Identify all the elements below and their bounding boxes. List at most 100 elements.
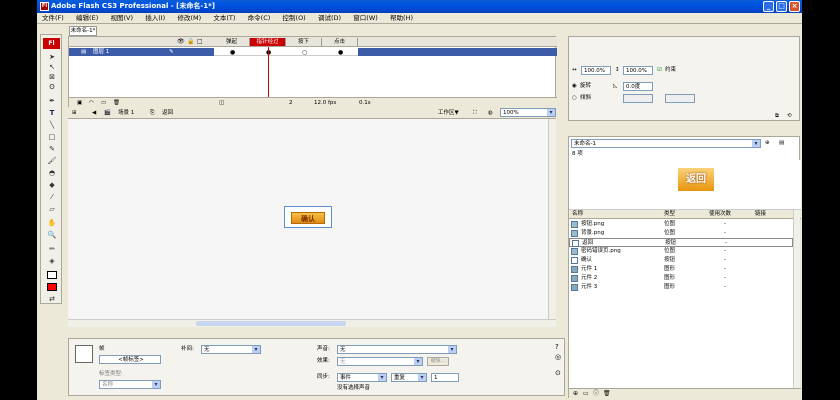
eyedropper-tool-icon[interactable]: ⁄ [47,193,57,201]
library-item[interactable]: 背景.png 位图 - [569,229,793,238]
scale-width-field[interactable]: 100.0% [581,66,611,75]
skew-radio[interactable]: ○ [572,94,577,102]
hscroll-thumb[interactable] [196,321,346,326]
menu-command[interactable]: 命令(C) [243,13,276,24]
expand-icon[interactable]: ⊙ [555,369,561,377]
effect-select[interactable]: 无 [337,357,423,366]
constrain-checkbox[interactable]: ☑ [657,66,662,74]
help-icon[interactable]: ? [555,343,559,351]
zoom-tool-icon[interactable]: 🔍 [47,231,57,239]
outline-icon[interactable]: □ [197,38,203,45]
text-tool-icon[interactable]: T [47,109,57,117]
menu-view[interactable]: 视图(V) [105,13,138,24]
paint-bucket-tool-icon[interactable]: ◆ [47,181,57,189]
menu-text[interactable]: 文本(T) [208,13,240,24]
frame-label-over[interactable]: 指针经过 [250,38,286,46]
library-item[interactable]: 元件 2 图形 - [569,274,793,283]
library-document-select[interactable]: 未命名-1 [571,139,761,148]
rotate-radio[interactable]: ◉ [572,82,577,90]
menu-modify[interactable]: 修改(M) [172,13,206,24]
library-item-selected[interactable]: 返回 按钮 - [569,238,793,247]
frame-label-up[interactable]: 弹起 [214,38,250,46]
menu-window[interactable]: 窗口(W) [348,13,383,24]
library-item[interactable]: 按钮.png 位图 - [569,220,793,229]
label-type-select[interactable]: 名称 [99,380,161,389]
copy-transform-icon[interactable]: ⧉ [775,112,779,120]
maximize-button[interactable]: □ [776,1,787,12]
playhead[interactable] [268,47,269,97]
library-item[interactable]: 元件 3 图形 - [569,283,793,292]
workspace-menu[interactable]: 工作区▼ [438,107,459,119]
button-instance[interactable]: 确认 [284,206,332,228]
symbol-name[interactable]: 返回 [162,107,173,119]
new-folder-icon[interactable]: ▭ [583,389,589,399]
library-item[interactable]: 元件 1 图形 - [569,265,793,274]
scene-name[interactable]: 场景 1 [118,107,134,119]
fill-color-icon[interactable]: ◈ [47,257,57,265]
eraser-tool-icon[interactable]: ▱ [47,205,57,213]
swap-colors-icon[interactable]: ⇄ [47,295,57,303]
zoom-select[interactable]: 100% [500,108,556,117]
menu-file[interactable]: 文件(F) [37,13,69,24]
edit-sound-button[interactable]: 编辑... [427,357,449,366]
stage-horizontal-scrollbar[interactable] [68,319,556,327]
tween-select[interactable]: 无 [201,345,261,354]
keyframe-1[interactable]: ● [230,49,235,56]
brush-tool-icon[interactable]: 🖌 [47,157,57,165]
stage-icon[interactable]: ⊞ [72,107,77,119]
skew-v-field[interactable] [665,94,695,103]
stage[interactable]: 确认 [68,119,548,319]
rectangle-tool-icon[interactable]: □ [47,133,57,141]
minimize-button[interactable]: _ [763,1,774,12]
line-tool-icon[interactable]: ╲ [47,121,57,129]
repeat-count-field[interactable]: 1 [431,373,459,382]
actions-icon[interactable]: ◎ [555,353,561,361]
document-tab[interactable]: 未命名-1* [69,26,97,36]
pen-tool-icon[interactable]: ✒ [47,97,57,105]
delete-icon[interactable]: 🗑 [603,389,611,399]
stroke-color-icon[interactable]: ✏ [47,245,57,253]
new-symbol-icon[interactable]: ⊕ [573,389,578,399]
menu-edit[interactable]: 编辑(E) [71,13,103,24]
keyframe-4[interactable]: ● [338,49,343,56]
col-link[interactable]: 链接 [755,210,766,219]
lasso-tool-icon[interactable]: ʘ [47,83,57,91]
pin-icon[interactable]: ⊕ [765,139,770,147]
frame-label-hit[interactable]: 点击 [322,38,358,46]
col-uses[interactable]: 使用次数 [709,210,731,219]
menu-debug[interactable]: 调试(D) [313,13,346,24]
library-item[interactable]: 确认 按钮 - [569,256,793,265]
close-button[interactable]: × [789,1,800,12]
properties-icon[interactable]: ⓘ [593,389,599,399]
skew-h-field[interactable] [623,94,653,103]
library-scrollbar[interactable] [793,210,800,388]
reset-transform-icon[interactable]: ⟲ [787,112,792,120]
frame-cells[interactable]: ● ● ○ ● [214,48,358,56]
menu-help[interactable]: 帮助(H) [385,13,418,24]
col-name[interactable]: 名称 [572,210,583,219]
col-type[interactable]: 类型 [664,210,675,219]
keyframe-3[interactable]: ○ [302,49,307,56]
sync-select[interactable]: 事件 [337,373,387,382]
hand-tool-icon[interactable]: ✋ [47,219,57,227]
frame-label-field[interactable]: <帧标签> [99,355,161,364]
sound-select[interactable]: 无 [337,345,457,354]
stroke-swatch[interactable] [47,271,57,279]
ink-bottle-tool-icon[interactable]: ◓ [47,169,57,177]
edit-symbol-icon[interactable]: ◍ [488,107,493,119]
rotate-field[interactable]: 0.0度 [623,82,653,91]
free-transform-tool-icon[interactable]: ⊠ [47,73,57,81]
new-library-icon[interactable]: ▤ [779,139,784,147]
eye-icon[interactable]: 👁 [177,38,185,45]
subselection-tool-icon[interactable]: ↖ [47,63,57,71]
selection-tool-icon[interactable]: ➤ [47,53,57,61]
scale-height-field[interactable]: 100.0% [623,66,653,75]
frame-label-down[interactable]: 按下 [286,38,322,46]
edit-scene-icon[interactable]: ⛶ [473,107,477,119]
menu-insert[interactable]: 插入(I) [140,13,170,24]
library-item[interactable]: 密码错误页.png 位图 - [569,247,793,256]
back-arrow-icon[interactable]: ◀ [92,107,96,119]
lock-icon[interactable]: 🔒 [187,38,194,45]
fill-swatch[interactable] [47,283,57,291]
stage-vertical-scrollbar[interactable] [548,119,556,319]
